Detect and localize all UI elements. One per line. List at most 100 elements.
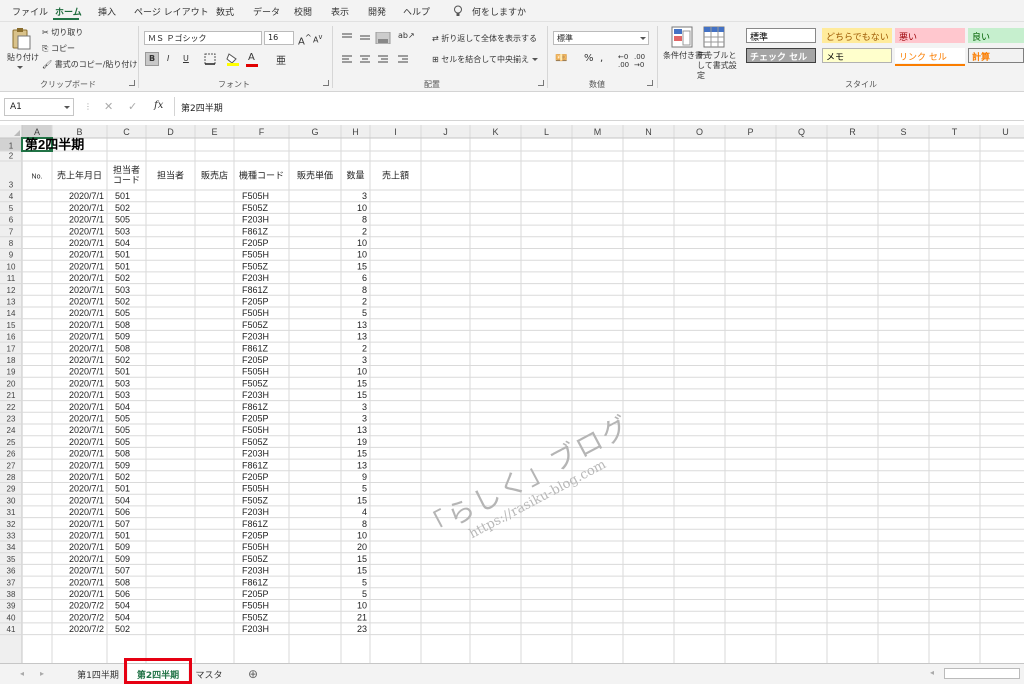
column-header-b: B [76, 127, 82, 137]
model-code-cell: F505Z [242, 495, 269, 505]
row-header-17: 17 [7, 344, 16, 353]
row-header-26: 26 [7, 450, 16, 459]
rep-code-cell: 504 [115, 612, 130, 622]
format-as-table-button[interactable]: テーブルとして書式設定 [697, 51, 741, 81]
worksheet-grid[interactable]: A B C D E F G H I J K L M N O P Q R S T U 1 2 3 4 5 6 7 8 9 10 11 12 13 14… [0, 125, 1024, 663]
date-cell: 2020/7/1 [69, 589, 104, 599]
cut-button[interactable]: ✂ 切り取り [42, 27, 83, 38]
merge-dropdown-icon[interactable] [532, 58, 538, 61]
conditional-format-icon[interactable] [671, 26, 693, 48]
menu-insert[interactable]: 挿入 [98, 5, 116, 18]
tell-me-search[interactable]: 何をしますか [472, 5, 526, 18]
underline-button[interactable]: U [183, 54, 189, 63]
comma-icon[interactable]: , [600, 53, 603, 64]
horizontal-scrollbar[interactable] [944, 668, 1020, 679]
model-code-cell: F205P [242, 238, 269, 248]
menu-formulas[interactable]: 数式 [216, 5, 234, 18]
menu-home[interactable]: ホーム [55, 5, 82, 18]
insert-function-icon[interactable]: fx [154, 100, 163, 111]
font-name-select[interactable]: ＭＳ Ｐゴシック [144, 31, 262, 45]
row-header-25: 25 [7, 438, 16, 447]
bold-button[interactable]: B [149, 54, 155, 63]
vertical-align-icons[interactable] [340, 32, 400, 44]
tab-next-icon[interactable]: ▸ [40, 669, 44, 678]
rep-code-cell: 509 [115, 554, 130, 564]
increase-font-icon[interactable]: A^ [298, 32, 312, 47]
number-format-dropdown-icon[interactable] [640, 37, 646, 40]
border-icon[interactable] [204, 53, 216, 65]
orientation-icon[interactable]: ab↗ [398, 31, 415, 40]
row-header-35: 35 [7, 555, 16, 564]
scroll-left-icon[interactable]: ◂ [930, 668, 934, 677]
alignment-launcher-icon[interactable] [538, 80, 544, 86]
wrap-text-button[interactable]: ⇄ 折り返して全体を表示する [432, 33, 537, 44]
format-painter-button[interactable]: 🖌 書式のコピー/貼り付け [42, 59, 137, 70]
percent-button[interactable]: % [584, 53, 594, 64]
font-color-icon[interactable]: A [248, 52, 255, 63]
model-code-cell: F203H [242, 624, 269, 634]
decrease-font-icon[interactable]: Av [313, 33, 322, 45]
merge-center-button[interactable]: ⊞ セルを結合して中央揃え [432, 54, 529, 65]
menu-developer[interactable]: 開発 [368, 5, 386, 18]
tab-prev-icon[interactable]: ◂ [20, 669, 24, 678]
copy-button[interactable]: ⎘ コピー [42, 43, 75, 54]
rep-code-cell: 508 [115, 320, 130, 330]
column-header-n: N [645, 127, 652, 137]
font-size-select[interactable]: 16 [264, 31, 294, 45]
style-good[interactable]: 良い [968, 28, 1024, 43]
decrease-decimal-icon[interactable]: .00 →0 [634, 53, 645, 69]
date-cell: 2020/7/1 [69, 250, 104, 260]
quantity-cell: 13 [357, 320, 367, 330]
style-normal[interactable]: 標準 [746, 28, 816, 43]
number-format-select[interactable]: 標準 [553, 31, 649, 45]
italic-button[interactable]: I [167, 54, 169, 63]
rep-code-cell: 506 [115, 589, 130, 599]
font-group-title: フォント [218, 80, 250, 89]
rep-code-cell: 509 [115, 460, 130, 470]
style-bad[interactable]: 悪い [895, 28, 965, 43]
column-header-f: F [259, 127, 265, 137]
menu-data[interactable]: データ [253, 5, 280, 18]
menu-view[interactable]: 表示 [331, 5, 349, 18]
formula-input[interactable]: 第2四半期 [174, 97, 1024, 116]
row-header-41: 41 [7, 625, 16, 634]
menu-page-layout[interactable]: ページ レイアウト [134, 5, 209, 18]
rep-code-cell: 503 [115, 285, 130, 295]
quantity-cell: 8 [362, 285, 367, 295]
add-sheet-button[interactable]: ⊕ [248, 667, 258, 681]
menu-help[interactable]: ヘルプ [403, 5, 430, 18]
quantity-cell: 10 [357, 601, 367, 611]
style-linked-cell[interactable]: リンク セル [895, 48, 965, 63]
sheet-tab-q1[interactable]: 第1四半期 [70, 664, 126, 683]
separator [138, 26, 139, 88]
name-box-dropdown-icon[interactable] [64, 106, 70, 109]
style-calculation[interactable]: 計算 [968, 48, 1024, 63]
style-neutral[interactable]: どちらでもない [822, 28, 892, 43]
font-launcher-icon[interactable] [323, 80, 329, 86]
phonetic-icon[interactable]: 亜 [276, 52, 286, 67]
currency-icon[interactable]: 💴 [555, 53, 567, 64]
grid-canvas[interactable]: A B C D E F G H I J K L M N O P Q R S T U1234567891011121314… [0, 125, 1024, 663]
menu-file[interactable]: ファイル [12, 5, 48, 18]
paste-button[interactable]: 貼り付け [7, 52, 39, 63]
header-cell-4: 担当者 [157, 170, 184, 181]
fill-color-icon[interactable] [226, 52, 240, 66]
model-code-cell: F505Z [242, 261, 269, 271]
paste-icon[interactable] [10, 28, 32, 50]
enter-icon[interactable]: ✓ [128, 100, 137, 113]
format-as-table-icon[interactable] [703, 26, 725, 48]
cancel-icon[interactable]: ✕ [104, 100, 113, 113]
header-cell-5: 販売店 [201, 170, 228, 181]
number-launcher-icon[interactable] [647, 80, 653, 86]
sheet-tab-master[interactable]: マスタ [190, 664, 228, 683]
increase-decimal-icon[interactable]: ←0.00 [618, 53, 629, 69]
menu-review[interactable]: 校閲 [294, 5, 312, 18]
style-note[interactable]: メモ [822, 48, 892, 63]
clipboard-launcher-icon[interactable] [129, 80, 135, 86]
horizontal-align-icons[interactable] [340, 54, 420, 64]
paste-dropdown-icon[interactable] [17, 66, 23, 69]
style-check-cell[interactable]: チェック セル [746, 48, 816, 63]
quantity-cell: 15 [357, 495, 367, 505]
header-cell-7: 販売単価 [297, 170, 333, 181]
row-header-32: 32 [7, 520, 16, 529]
